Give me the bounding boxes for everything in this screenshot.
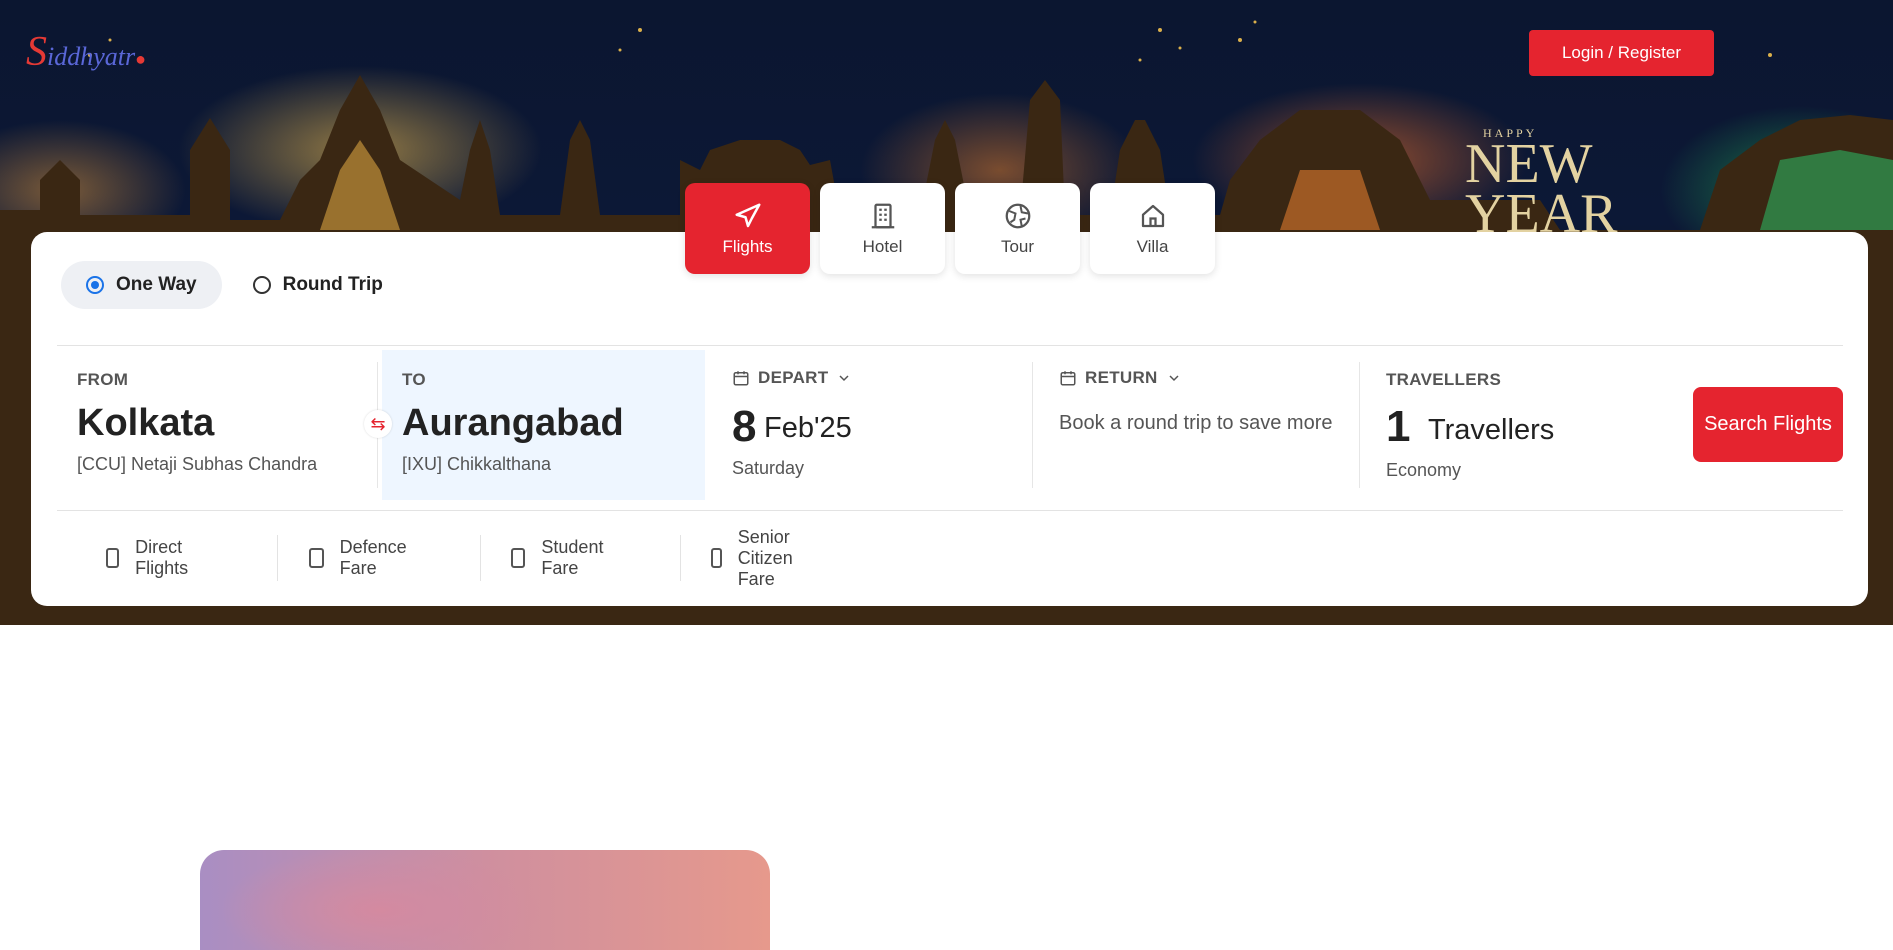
from-label: FROM [77,370,129,389]
site-logo[interactable]: Siddhyatr● [26,28,146,76]
return-field[interactable]: RETURN Book a round trip to save more [1039,350,1359,500]
filter-direct-flights[interactable]: Direct Flights [106,535,195,581]
from-city: Kolkata [77,402,215,444]
depart-month-year: Feb'25 [764,412,852,444]
filter-label: Student Fare [541,537,604,578]
chevron-down-icon [1169,375,1179,382]
divider [680,535,681,581]
tab-villa[interactable]: Villa [1090,183,1215,274]
return-label: RETURN [1085,368,1158,387]
round-trip-radio[interactable] [252,276,271,294]
login-register-button[interactable]: Login / Register [1529,30,1714,76]
tab-label: Villa [1136,236,1169,256]
one-way-radio[interactable] [86,276,104,294]
service-tabs: Flights Hotel Tour Villa [685,183,1215,274]
plane-icon [735,203,760,227]
filter-senior-citizen-fare[interactable]: Senior Citizen Fare [711,527,802,589]
divider [277,535,278,581]
logo-initial: S [26,29,47,75]
divider [480,535,481,581]
location-pin-icon: ● [135,49,146,69]
tab-label: Tour [1000,236,1035,256]
house-icon [1141,204,1164,227]
to-field[interactable]: TO Aurangabad [IXU] Chikkalthana [382,350,705,500]
depart-day: 8 [732,402,757,451]
tab-hotel[interactable]: Hotel [820,183,945,274]
from-airport: [CCU] Netaji Subhas Chandra [77,454,318,474]
divider [57,345,1843,346]
student-fare-checkbox[interactable] [511,548,526,568]
tab-label: Flights [722,236,773,256]
filter-label: Defence Fare [339,537,407,578]
travellers-word: Travellers [1428,414,1555,446]
divider [1032,362,1033,488]
new-text: NEW [1465,132,1593,195]
return-hint: Book a round trip to save more [1059,412,1333,434]
round-trip-label: Round Trip [282,274,383,295]
travellers-field[interactable]: TRAVELLERS 1 Travellers Economy [1366,350,1666,500]
senior-citizen-fare-checkbox[interactable] [711,548,722,568]
tab-flights[interactable]: Flights [685,183,810,274]
return-label-row: RETURN [1059,368,1182,388]
direct-flights-checkbox[interactable] [106,548,120,568]
filter-student-fare[interactable]: Student Fare [511,535,609,581]
travellers-label: TRAVELLERS [1386,370,1502,389]
divider [1359,362,1360,488]
from-field[interactable]: FROM Kolkata [CCU] Netaji Subhas Chandra [57,350,377,500]
depart-field[interactable]: DEPART 8 Feb'25 Saturday [712,350,1032,500]
logo-text: iddhyatr [47,42,136,71]
to-city: Aurangabad [402,402,624,444]
tab-label: Hotel [862,236,903,256]
globe-icon [1005,203,1030,228]
trip-type-selector: One Way Round Trip [61,261,408,309]
calendar-icon [1060,371,1076,386]
chevron-down-icon [839,375,849,382]
calendar-icon [733,371,749,386]
depart-label-row: DEPART [732,368,852,388]
filter-label: Senior Citizen Fare [737,526,793,589]
round-trip-option[interactable]: Round Trip [228,261,408,309]
depart-label: DEPART [758,368,829,387]
cabin-class: Economy [1386,460,1462,480]
travellers-count: 1 [1386,402,1411,451]
building-icon [871,203,894,228]
swap-icon[interactable]: ⇆ [364,410,392,438]
search-flights-button[interactable]: Search Flights [1693,387,1843,462]
depart-weekday: Saturday [732,458,805,478]
one-way-option[interactable]: One Way [61,261,222,309]
filter-label: Direct Flights [135,537,189,578]
divider [57,510,1843,511]
filter-defence-fare[interactable]: Defence Fare [309,535,412,581]
promo-card[interactable] [200,850,770,950]
one-way-label: One Way [116,274,197,295]
defence-fare-checkbox[interactable] [309,548,324,568]
tab-tour[interactable]: Tour [955,183,1080,274]
to-label: TO [402,370,426,389]
to-airport: [IXU] Chikkalthana [402,454,552,474]
